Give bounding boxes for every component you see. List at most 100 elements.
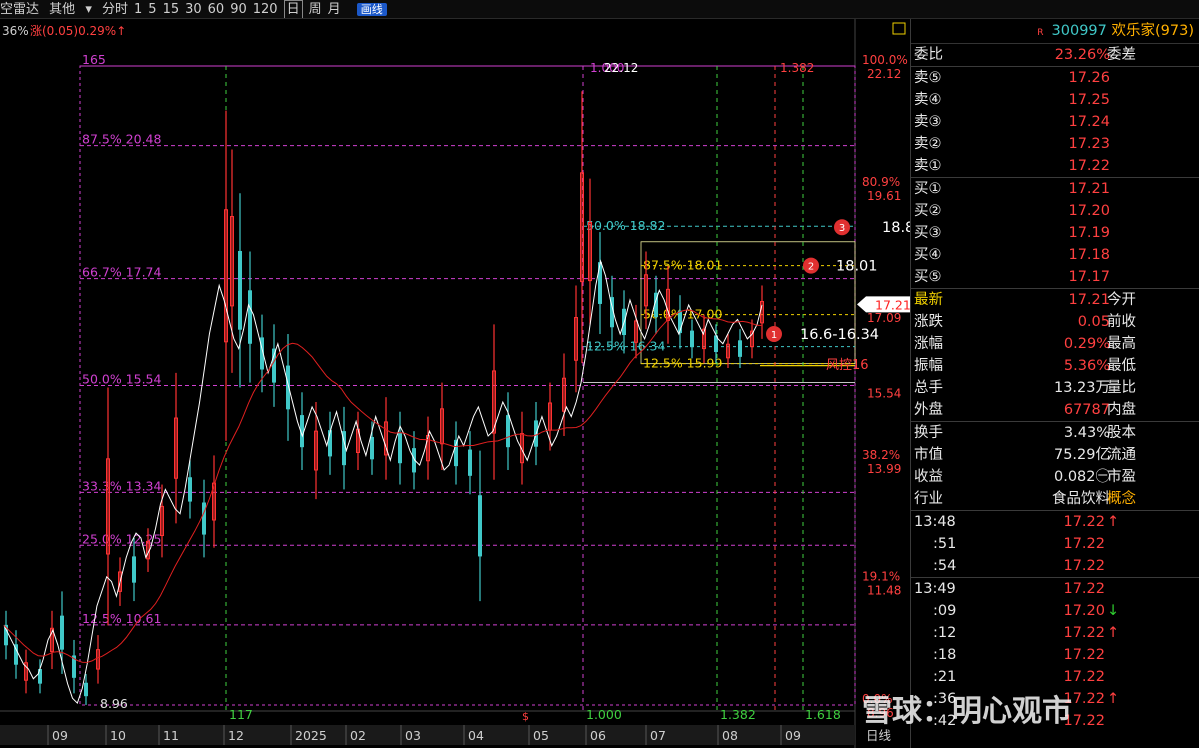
- quote-row: 涨幅 0.29% 最高: [911, 333, 1199, 355]
- quote-row: 行业 食品饮料 概念: [911, 488, 1199, 510]
- stock-header: R 300997 欢乐家(973): [911, 19, 1199, 44]
- panel-toggle-icon: [892, 22, 906, 35]
- period-10[interactable]: 月: [328, 1, 341, 18]
- price-label-4: 13.99: [867, 462, 901, 476]
- price-label-5: 11.48: [867, 584, 901, 598]
- quote-row: :12 17.22 ↑: [911, 622, 1199, 644]
- tick-price-6: 17.22: [1063, 647, 1105, 663]
- stat-label-2: 涨幅: [914, 336, 943, 352]
- stat-label-4: 总手: [914, 380, 943, 396]
- sell-price-1: 17.25: [1068, 92, 1110, 108]
- period-toolbar: 空雷达 其他 ▾ 分时 1 5 15 30 60 90 120 日周月 画线: [0, 0, 1199, 19]
- quote-row: :18 17.22: [911, 644, 1199, 666]
- period-3[interactable]: 15: [163, 1, 180, 18]
- tick-time-2: :54: [933, 558, 957, 574]
- candle-body-16: [202, 502, 206, 535]
- fib-label-left-1: 87.5% 20.48: [82, 132, 162, 147]
- quote-row: :09 17.20 ↓: [911, 600, 1199, 622]
- buy-label-1: 买②: [914, 203, 942, 219]
- tick-time-7: :21: [933, 669, 957, 685]
- sell-label-3: 卖②: [914, 136, 942, 152]
- x-label-12: 09: [785, 728, 801, 743]
- quote-row: 市值 75.29亿 流通: [911, 444, 1199, 466]
- period-7[interactable]: 120: [253, 1, 278, 18]
- sell-price-2: 17.24: [1068, 114, 1110, 130]
- quote-row: 外盘 67787 内盘: [911, 399, 1199, 421]
- quote-row: 收益 0.082㊀ 市盈: [911, 466, 1199, 488]
- stat-value-5: 67787: [1063, 402, 1110, 418]
- buy-price-0: 17.21: [1068, 181, 1110, 197]
- quote-row: 最新 17.21 今开: [911, 288, 1199, 311]
- stat-label2-3: 最低: [1107, 358, 1136, 374]
- price-label-1: 19.61: [867, 189, 901, 203]
- info-value-1: 75.29亿: [1053, 447, 1110, 463]
- weibi-label: 委比: [914, 47, 943, 63]
- stat-label2-1: 前收: [1107, 314, 1136, 330]
- tick-time-1: :51: [933, 536, 957, 552]
- toolbar-menu[interactable]: 其他: [49, 1, 75, 18]
- tick-arrow-8: ↑: [1107, 691, 1120, 707]
- stat-label2-0: 今开: [1107, 292, 1136, 308]
- quote-row: 买② 17.20: [911, 200, 1199, 222]
- x-label-1: 10: [110, 728, 126, 743]
- annotation-text-2: 18.01: [836, 259, 878, 275]
- x-label-9: 06: [590, 728, 606, 743]
- tick-price-2: 17.22: [1063, 558, 1105, 574]
- low-label: 8.96: [100, 696, 128, 711]
- info-value-3: 食品饮料: [1052, 491, 1110, 507]
- r-mark: R: [1037, 28, 1044, 38]
- info-label2-2: 市盈: [1107, 469, 1136, 485]
- tick-price-7: 17.22: [1063, 669, 1105, 685]
- price-label-0: 22.12: [867, 67, 901, 81]
- fib-label-right-4: 12.5% 15.99: [643, 356, 723, 371]
- period-2[interactable]: 5: [148, 1, 156, 18]
- annotation-num-3: 3: [839, 223, 845, 234]
- period-8[interactable]: 日: [283, 0, 303, 18]
- quote-row: 换手 3.43% 股本: [911, 421, 1199, 444]
- status-left: 36%: [2, 24, 29, 38]
- x-label-6: 03: [405, 728, 421, 743]
- tick-arrow-4: ↓: [1107, 603, 1120, 619]
- chevron-down-icon[interactable]: ▾: [85, 1, 92, 18]
- candle-body-5: [60, 615, 64, 650]
- tick-time-0: 13:48: [914, 514, 956, 530]
- stat-value-2: 0.29%: [1063, 336, 1110, 352]
- info-label2-0: 股本: [1107, 425, 1136, 441]
- percent-label-1: 80.9%: [862, 175, 900, 189]
- candlestick-chart[interactable]: 36% 涨(0.05)0.29%↑ 165 87.5% 20.48 66.7% 17.7…: [0, 19, 910, 748]
- bottom-mark-0: 117: [229, 707, 253, 722]
- price-label-3: 15.54: [867, 387, 901, 401]
- period-6[interactable]: 90: [230, 1, 247, 18]
- watermark: 雪球：明心观市: [862, 694, 1072, 729]
- x-label-4: 2025: [295, 728, 327, 743]
- quote-row: 买④ 17.18: [911, 244, 1199, 266]
- quote-row: 卖③ 17.24: [911, 111, 1199, 133]
- stat-label2-4: 量比: [1107, 380, 1136, 396]
- annotation-text-1: 16.6-16.34: [800, 327, 879, 343]
- info-label-2: 收益: [914, 469, 943, 485]
- period-0[interactable]: 分时: [102, 1, 128, 18]
- stat-label-0: 最新: [914, 292, 943, 308]
- candle-body-38: [478, 495, 482, 557]
- x-label-10: 07: [650, 728, 666, 743]
- x-label-8: 05: [533, 728, 549, 743]
- period-4[interactable]: 30: [185, 1, 202, 18]
- period-9[interactable]: 周: [309, 1, 322, 18]
- x-axis-right-label: 日线: [866, 728, 892, 743]
- period-5[interactable]: 60: [208, 1, 225, 18]
- period-1[interactable]: 1: [134, 1, 142, 18]
- tick-price-5: 17.22: [1063, 625, 1105, 641]
- draw-line-button[interactable]: 画线: [356, 3, 387, 16]
- quote-row: 涨跌 0.05 前收: [911, 311, 1199, 333]
- x-label-5: 02: [350, 728, 366, 743]
- candle-body-30: [370, 436, 374, 460]
- candle-body-32: [398, 433, 402, 464]
- tick-arrow-5: ↑: [1107, 625, 1120, 641]
- percent-label-0: 100.0%: [862, 53, 908, 67]
- candle-body-11: [132, 556, 136, 583]
- tick-price-3: 17.22: [1063, 581, 1105, 597]
- x-label-2: 11: [163, 728, 179, 743]
- sell-label-0: 卖⑤: [914, 70, 942, 86]
- x-label-3: 12: [228, 728, 244, 743]
- quote-panel: R 300997 欢乐家(973) 委比 23.26% 委差 卖⑤ 17.26 卖④ 17.25…: [910, 19, 1199, 748]
